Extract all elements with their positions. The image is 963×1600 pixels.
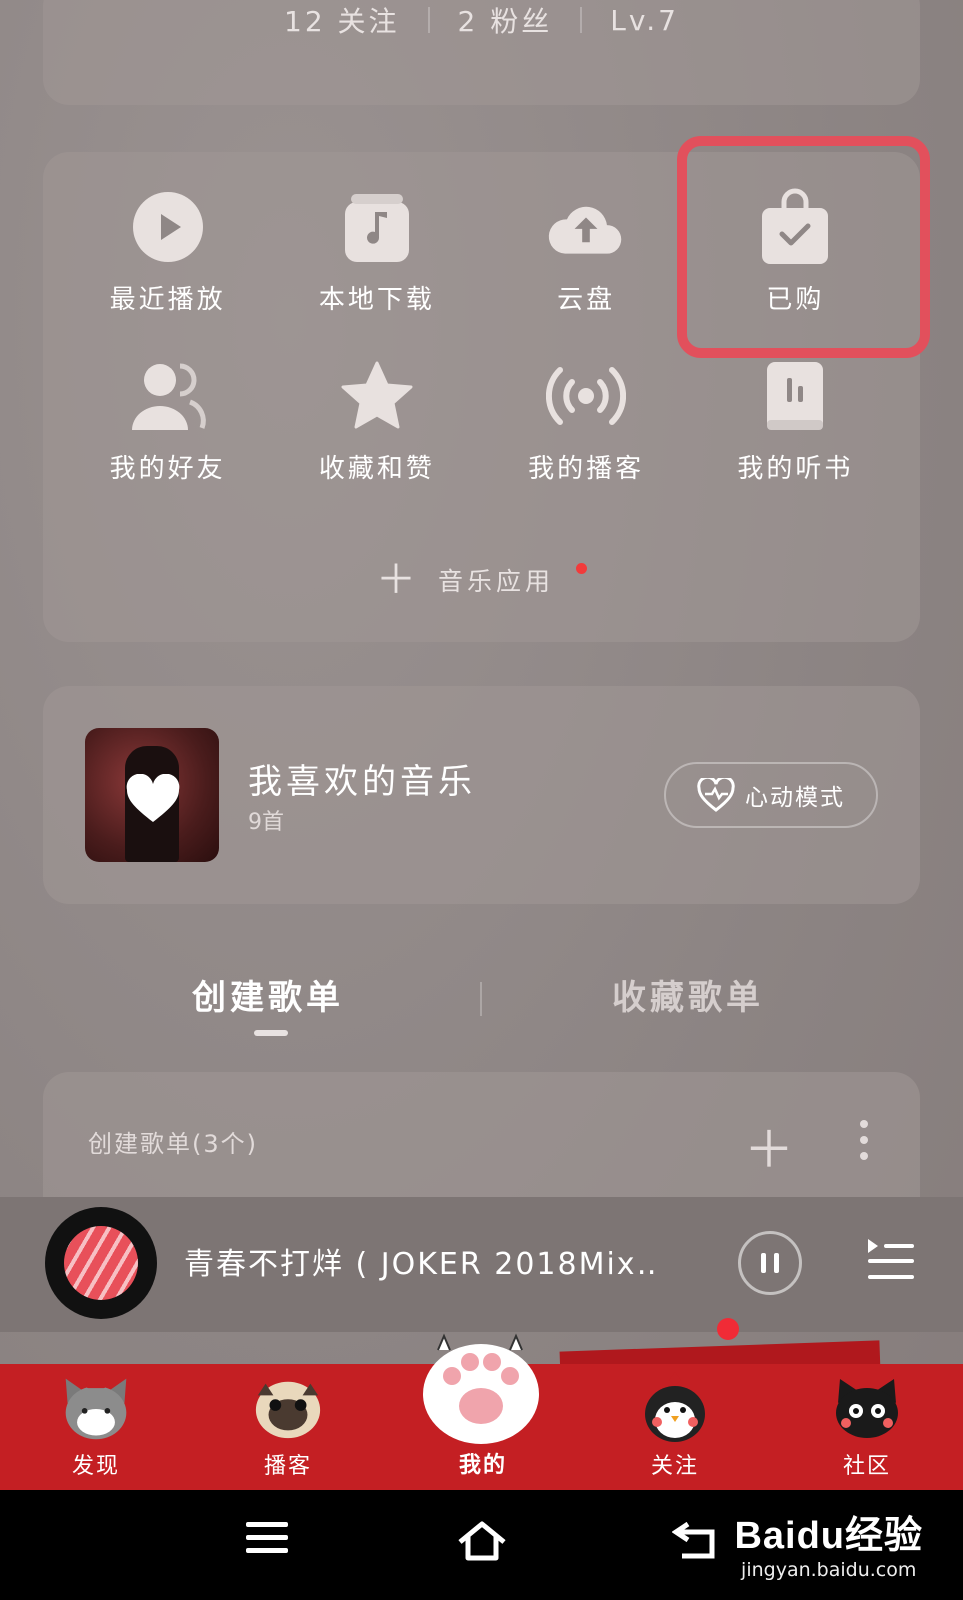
nav-discover[interactable]: 发现 [36, 1364, 156, 1490]
broadcast-icon [546, 356, 627, 436]
grid-item-friends[interactable]: 我的好友 [63, 356, 272, 485]
following-count[interactable]: 12 关注 [284, 0, 400, 40]
plus-icon: ＋ [375, 557, 420, 603]
music-note-icon [337, 187, 417, 267]
penguin-follow-icon [639, 1372, 711, 1444]
back-icon[interactable] [671, 1520, 720, 1566]
grid-label: 收藏和赞 [318, 454, 435, 484]
active-tab-indicator [254, 1030, 288, 1036]
nav-label: 播客 [263, 1454, 312, 1479]
tab-created-playlists[interactable]: 创建歌单 [192, 970, 344, 1019]
friends-icon [128, 356, 208, 436]
liked-music-title: 我喜欢的音乐 [248, 762, 476, 802]
watermark-logo: Baidu经验 [734, 1515, 923, 1557]
add-playlist-icon[interactable]: ＋ [744, 1110, 794, 1182]
grid-item-audiobook[interactable]: 我的听书 [691, 356, 900, 485]
pause-button[interactable] [738, 1231, 802, 1295]
purchased-highlight-box [677, 136, 930, 358]
grid-label: 云盘 [557, 285, 616, 315]
stats-row: 12 关注 2 粉丝 Lv.7 [43, 0, 920, 40]
nav-community[interactable]: 社区 [807, 1364, 927, 1490]
heart-icon [126, 774, 180, 822]
grid-label: 我的听书 [737, 454, 854, 484]
grid-item-recent-play[interactable]: 最近播放 [63, 187, 272, 316]
nav-podcast[interactable]: 播客 [228, 1364, 348, 1490]
watermark-url: jingyan.baidu.com [741, 1559, 917, 1581]
cat-discover-icon [60, 1372, 132, 1444]
nav-label: 关注 [650, 1454, 699, 1479]
nav-follow[interactable]: 关注 [615, 1364, 735, 1490]
nav-label: 社区 [842, 1454, 891, 1479]
paw-mine-icon[interactable] [418, 1328, 544, 1454]
liked-music-cover [85, 728, 219, 862]
notification-dot [717, 1318, 739, 1340]
grid-label: 我的好友 [109, 454, 226, 484]
menu-icon[interactable] [246, 1520, 288, 1558]
user-level[interactable]: Lv.7 [610, 4, 679, 37]
music-apps-button[interactable]: ＋ 音乐应用 [0, 560, 963, 600]
play-circle-icon [128, 187, 208, 267]
liked-music-count: 9首 [248, 810, 284, 835]
playlist-tabs: 创建歌单 收藏歌单 [0, 970, 963, 1040]
home-icon[interactable] [456, 1520, 508, 1566]
mini-player[interactable]: 青春不打烊 ( JOKER 2018Mix… [0, 1197, 963, 1340]
stats-divider [427, 7, 430, 33]
black-cat-community-icon [831, 1372, 903, 1444]
baidu-jingyan-watermark: Baidu经验 jingyan.baidu.com [734, 1504, 923, 1581]
grid-label: 我的播客 [528, 454, 645, 484]
pug-podcast-icon [252, 1372, 324, 1444]
tab-divider [480, 982, 482, 1016]
grid-item-local-download[interactable]: 本地下载 [272, 187, 481, 316]
nav-label: 发现 [71, 1454, 120, 1479]
audiobook-icon [755, 356, 835, 436]
stats-divider [580, 7, 583, 33]
notification-dot [576, 562, 587, 574]
now-playing-title[interactable]: 青春不打烊 ( JOKER 2018Mix… [184, 1239, 654, 1283]
heart-mode-label: 心动模式 [745, 785, 845, 811]
grid-item-favorites-likes[interactable]: 收藏和赞 [272, 356, 481, 485]
cloud-upload-icon [546, 187, 626, 267]
heart-mode-button[interactable]: 心动模式 [664, 762, 878, 828]
album-disc[interactable] [45, 1207, 157, 1319]
heartbeat-icon [697, 778, 735, 812]
tab-favorite-playlists[interactable]: 收藏歌单 [612, 970, 764, 1019]
grid-label: 最近播放 [109, 285, 226, 315]
nav-mine-label[interactable]: 我的 [459, 1447, 507, 1479]
system-navigation-bar: Baidu经验 jingyan.baidu.com [0, 1490, 963, 1600]
more-options-icon[interactable] [860, 1120, 868, 1168]
created-playlists-title: 创建歌单(3个) [88, 1130, 258, 1158]
liked-music-card[interactable]: 我喜欢的音乐 9首 心动模式 [43, 686, 920, 904]
fans-count[interactable]: 2 粉丝 [458, 0, 553, 40]
grid-item-cloud-drive[interactable]: 云盘 [482, 187, 691, 316]
grid-item-my-podcast[interactable]: 我的播客 [482, 356, 691, 485]
music-apps-label: 音乐应用 [437, 567, 554, 596]
star-icon [337, 356, 417, 436]
playlist-queue-icon[interactable] [866, 1237, 916, 1287]
grid-label: 本地下载 [318, 285, 435, 315]
profile-stats-card: 12 关注 2 粉丝 Lv.7 [43, 0, 920, 105]
